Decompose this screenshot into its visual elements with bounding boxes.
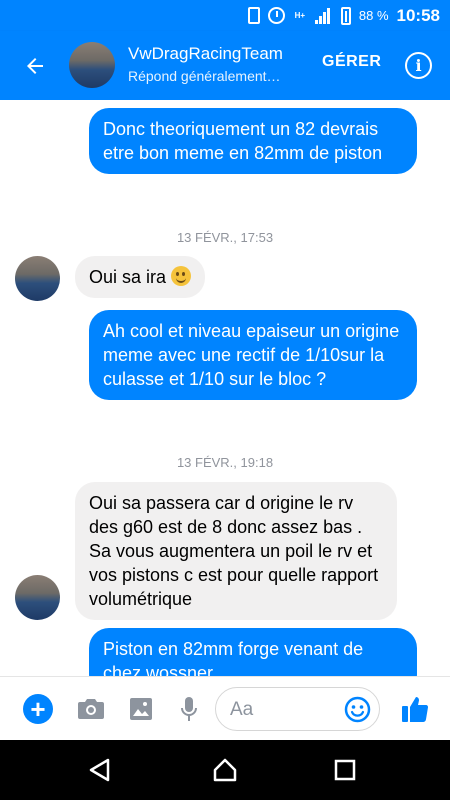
message-timestamp: 13 FÉVR., 17:53 <box>176 230 274 245</box>
home-icon[interactable] <box>209 754 241 786</box>
microphone-icon[interactable] <box>178 695 200 723</box>
plus-icon[interactable]: + <box>23 694 53 724</box>
back-button[interactable] <box>18 49 52 83</box>
sender-avatar[interactable] <box>15 575 60 620</box>
alarm-icon <box>267 7 285 24</box>
contact-avatar[interactable] <box>69 42 115 88</box>
emoji-icon[interactable] <box>344 696 371 723</box>
battery-icon <box>340 6 351 25</box>
info-button[interactable]: i <box>405 52 432 79</box>
image-icon[interactable] <box>128 695 154 723</box>
message-input[interactable] <box>230 698 340 722</box>
info-icon: i <box>415 56 422 75</box>
thumbs-up-icon[interactable] <box>398 692 432 726</box>
wink-emoji-icon <box>171 266 192 286</box>
message-composer: + <box>0 676 450 740</box>
message-text: Oui sa passera car d origine le rv des g… <box>89 493 379 609</box>
manage-button[interactable]: GÉRER <box>322 53 381 71</box>
message-thread[interactable]: Donc theoriquement un 82 devrais etre bo… <box>0 100 450 676</box>
status-bar: H+ 88 % 10:58 <box>0 0 450 31</box>
contact-status: Répond généralement… <box>128 68 281 84</box>
message-bubble-outgoing[interactable]: Donc theoriquement un 82 devrais etre bo… <box>89 108 417 174</box>
back-triangle-icon[interactable] <box>84 754 116 786</box>
message-text: Ah cool et niveau epaiseur un origine me… <box>103 321 400 389</box>
message-text: Donc theoriquement un 82 devrais etre bo… <box>103 119 383 163</box>
message-text: Oui sa ira <box>89 267 167 287</box>
message-bubble-outgoing[interactable]: Piston en 82mm forge venant de chez woss… <box>89 628 417 676</box>
camera-icon[interactable] <box>78 695 104 723</box>
recents-icon[interactable] <box>329 754 361 786</box>
conversation-header: VwDragRacingTeam Répond généralement… GÉ… <box>0 31 450 100</box>
message-bubble-incoming[interactable]: Oui sa passera car d origine le rv des g… <box>75 482 397 620</box>
message-timestamp: 13 FÉVR., 19:18 <box>176 455 274 470</box>
system-navigation-bar <box>0 740 450 800</box>
sender-avatar[interactable] <box>15 256 60 301</box>
status-icons: H+ 88 % 10:58 <box>247 0 440 31</box>
message-bubble-incoming[interactable]: Oui sa ira <box>75 256 206 298</box>
message-bubble-outgoing[interactable]: Ah cool et niveau epaiseur un origine me… <box>89 310 417 400</box>
arrow-left-icon <box>27 58 43 74</box>
battery-percent: 88 % <box>358 8 389 23</box>
signal-icon <box>314 7 333 24</box>
contact-name[interactable]: VwDragRacingTeam <box>128 44 283 64</box>
message-input-wrapper <box>215 687 380 731</box>
vibrate-icon <box>247 7 260 24</box>
network-type-icon: H+ <box>294 10 306 20</box>
status-time: 10:58 <box>396 5 440 25</box>
message-text: Piston en 82mm forge venant de chez woss… <box>103 639 364 676</box>
